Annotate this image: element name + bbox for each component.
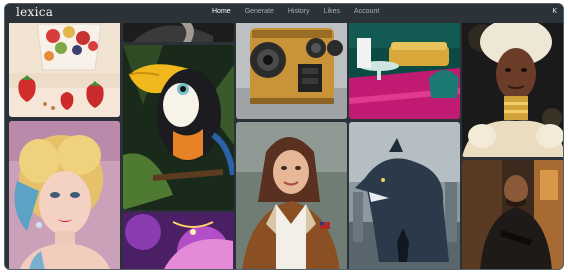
- image-pink-lounge[interactable]: [349, 18, 460, 119]
- nav-menu: Home Generate History Likes Account: [212, 8, 393, 15]
- nav-history[interactable]: History: [288, 8, 310, 15]
- nav-home[interactable]: Home: [212, 8, 231, 15]
- image-retro-camera[interactable]: [236, 18, 347, 119]
- toucan-image: [123, 45, 234, 210]
- purple-abstract-image: [123, 212, 234, 269]
- image-retro-blonde[interactable]: [9, 121, 120, 269]
- nav-likes[interactable]: Likes: [324, 8, 340, 15]
- image-pilot-woman[interactable]: [236, 122, 347, 269]
- image-man-street[interactable]: [462, 160, 563, 269]
- app-window: lexica Home Generate History Likes Accou…: [4, 3, 564, 270]
- logo[interactable]: lexica: [16, 5, 53, 19]
- pilot-woman-image: [236, 122, 347, 269]
- beast-monster-image: [349, 122, 460, 269]
- image-toucan[interactable]: [123, 45, 234, 210]
- man-street-image: [462, 160, 563, 269]
- pink-lounge-image: [349, 18, 460, 119]
- retro-camera-image: [236, 18, 347, 119]
- image-beast-monster[interactable]: [349, 122, 460, 269]
- nav-account[interactable]: Account: [354, 8, 379, 15]
- retro-blonde-image: [9, 121, 120, 269]
- nav-generate[interactable]: Generate: [245, 8, 274, 15]
- top-navbar: lexica Home Generate History Likes Accou…: [5, 4, 563, 23]
- image-purple-abstract[interactable]: [123, 212, 234, 269]
- strawberry-parfait-image: [9, 18, 120, 117]
- gold-portrait-image: [462, 18, 563, 157]
- image-strawberry-parfait[interactable]: [9, 18, 120, 117]
- avatar[interactable]: K: [552, 8, 557, 15]
- image-gold-portrait[interactable]: [462, 18, 563, 157]
